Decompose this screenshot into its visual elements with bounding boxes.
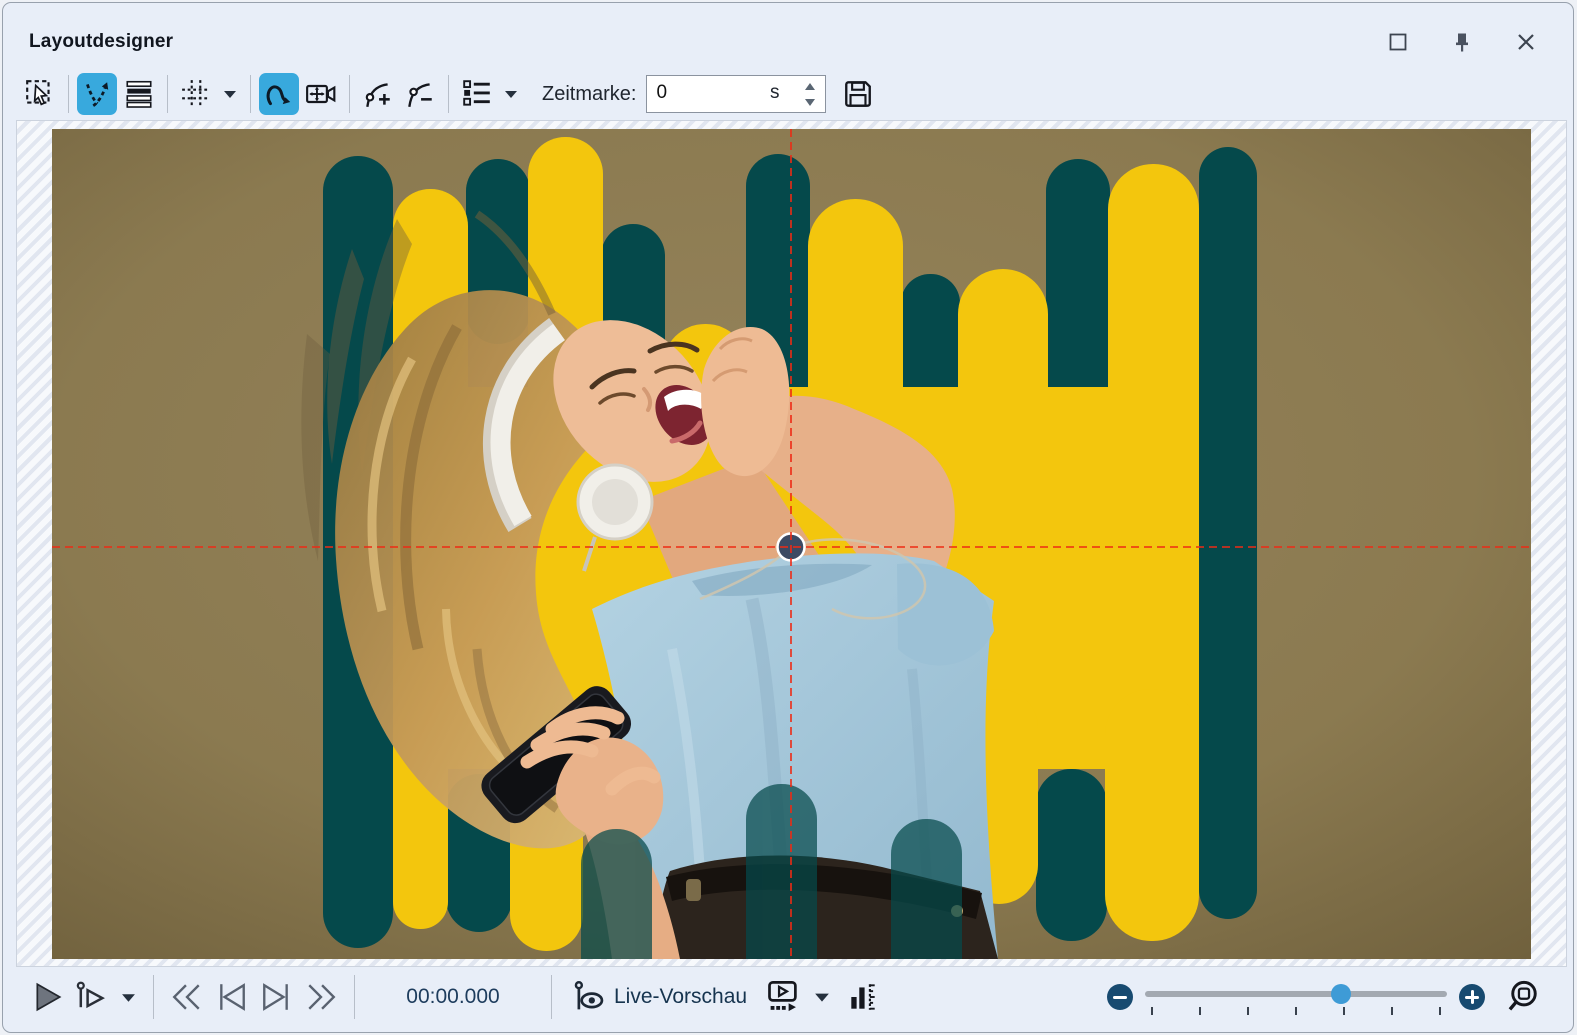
close-button[interactable] xyxy=(1509,25,1543,59)
toolbar-separator xyxy=(349,75,350,113)
window-controls xyxy=(1381,25,1543,59)
fast-forward-button[interactable] xyxy=(298,975,344,1019)
close-icon xyxy=(1515,31,1537,53)
zeitmarke-spinner xyxy=(799,78,821,110)
transport-separator xyxy=(354,975,355,1019)
toolbar-separator xyxy=(68,75,69,113)
zoom-out-button[interactable] xyxy=(1107,984,1133,1010)
camera-pan-tool-button[interactable] xyxy=(301,73,341,115)
zeitmarke-label: Zeitmarke: xyxy=(542,83,636,106)
previous-frame-button[interactable] xyxy=(210,975,254,1019)
chevron-down-icon xyxy=(504,89,518,99)
transport-separator xyxy=(551,975,552,1019)
pin-icon xyxy=(1451,31,1473,53)
preview-options-dropdown[interactable] xyxy=(805,975,839,1019)
zoom-in-button[interactable] xyxy=(1459,984,1485,1010)
transport-separator xyxy=(153,975,154,1019)
performance-stats-button[interactable] xyxy=(839,975,887,1019)
zoom-controls xyxy=(1107,975,1547,1019)
remove-curve-point-icon xyxy=(404,78,436,110)
canvas-panel xyxy=(16,120,1567,967)
curve-select-tool-button[interactable] xyxy=(77,73,117,115)
toolbar-separator xyxy=(448,75,449,113)
layoutdesigner-window: Layoutdesigner xyxy=(2,2,1574,1033)
next-frame-button[interactable] xyxy=(254,975,298,1019)
curve-mode-icon xyxy=(263,78,295,110)
zoom-slider-track[interactable] xyxy=(1145,991,1447,997)
preview-player-button[interactable] xyxy=(761,975,805,1019)
zoom-slider[interactable] xyxy=(1145,979,1447,1015)
chevron-down-icon xyxy=(804,98,816,107)
grid-icon xyxy=(180,78,212,110)
curve-select-icon xyxy=(81,78,113,110)
select-tool-button[interactable] xyxy=(20,73,60,115)
previous-frame-icon xyxy=(215,981,249,1013)
chevron-up-icon xyxy=(804,82,816,91)
camera-pan-icon xyxy=(305,78,337,110)
keyframe-list-button[interactable] xyxy=(457,73,497,115)
fast-forward-icon xyxy=(302,981,340,1013)
remove-curve-point-button[interactable] xyxy=(400,73,440,115)
maximize-icon xyxy=(1387,31,1409,53)
maximize-button[interactable] xyxy=(1381,25,1415,59)
chevron-down-icon xyxy=(121,992,136,1003)
chevron-down-icon xyxy=(223,89,237,99)
zeitmarke-input[interactable] xyxy=(647,76,776,110)
zoom-fit-button[interactable] xyxy=(1501,975,1547,1019)
pin-button[interactable] xyxy=(1445,25,1479,59)
spinner-up-button[interactable] xyxy=(801,80,819,92)
scene xyxy=(52,129,1531,959)
minus-icon xyxy=(1113,996,1127,999)
toolbar-separator xyxy=(250,75,251,113)
time-display: 00:00.000 xyxy=(365,985,541,1009)
add-curve-point-button[interactable] xyxy=(358,73,398,115)
keyframe-list-dropdown[interactable] xyxy=(498,73,524,115)
performance-stats-icon xyxy=(846,979,880,1015)
keyframe-list-icon xyxy=(461,78,493,110)
layer-order-tool-button[interactable] xyxy=(119,73,159,115)
rewind-icon xyxy=(168,981,206,1013)
play-from-marker-icon xyxy=(74,980,108,1014)
window-title: Layoutdesigner xyxy=(29,31,173,53)
save-icon xyxy=(842,78,874,110)
grid-tool-button[interactable] xyxy=(176,73,216,115)
preview-player-icon xyxy=(765,979,801,1015)
zoom-slider-ticks xyxy=(1151,1007,1441,1015)
toolbar-separator xyxy=(167,75,168,113)
select-tool-icon xyxy=(24,78,56,110)
curve-mode-tool-button[interactable] xyxy=(259,73,299,115)
toolbar: Zeitmarke: s xyxy=(19,71,879,117)
zeitmarke-field: s xyxy=(646,75,826,113)
play-icon xyxy=(32,980,64,1014)
layout-canvas[interactable] xyxy=(52,129,1531,959)
add-curve-point-icon xyxy=(362,78,394,110)
spinner-down-button[interactable] xyxy=(801,96,819,108)
play-button[interactable] xyxy=(27,975,69,1019)
zoom-fit-icon xyxy=(1506,979,1542,1015)
play-options-dropdown[interactable] xyxy=(113,975,143,1019)
titlebar: Layoutdesigner xyxy=(29,25,1543,59)
rewind-button[interactable] xyxy=(164,975,210,1019)
next-frame-icon xyxy=(259,981,293,1013)
transport-bar: 00:00.000 Live-Vorschau xyxy=(3,966,1573,1028)
zoom-slider-thumb[interactable] xyxy=(1331,984,1351,1004)
live-preview-label: Live-Vorschau xyxy=(614,985,747,1009)
chevron-down-icon xyxy=(814,991,830,1003)
play-from-marker-button[interactable] xyxy=(69,975,113,1019)
grid-options-dropdown[interactable] xyxy=(217,73,243,115)
zeitmarke-unit: s xyxy=(770,82,780,104)
layer-order-icon xyxy=(123,78,155,110)
live-preview-pin-eye-icon xyxy=(572,979,606,1015)
save-button[interactable] xyxy=(838,73,878,115)
